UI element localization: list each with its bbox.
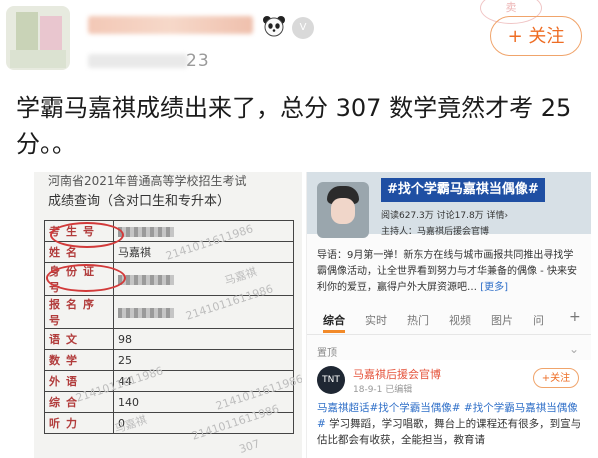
active-tab-underline bbox=[323, 330, 345, 333]
row-key: 语文 bbox=[44, 328, 114, 350]
row-key: 报名序号 bbox=[44, 295, 114, 329]
topic-avatar bbox=[317, 182, 369, 238]
mosaic-redaction bbox=[118, 307, 174, 318]
card-avatar[interactable]: TNT bbox=[317, 366, 345, 394]
tab-question[interactable]: 问 bbox=[533, 312, 544, 328]
topic-host: 主持人：马嘉祺后援会官博 bbox=[381, 227, 490, 237]
tab-realtime[interactable]: 实时 bbox=[365, 312, 387, 328]
username-blurred[interactable] bbox=[88, 16, 253, 34]
subtitle-blurred bbox=[88, 54, 188, 68]
score-sheet-image[interactable]: 河南省2021年普通高等学校招生考试 成绩查询（含对口生和专升本） 考生号 姓名… bbox=[34, 172, 302, 458]
topic-guide: 导语：9月第一弹！新东方在线与城市画报共同推出寻找学霸偶像活动，让全世界看到努力… bbox=[317, 248, 583, 296]
tab-add-icon[interactable]: + bbox=[569, 309, 581, 325]
mosaic-redaction bbox=[118, 226, 174, 237]
red-circle-mark bbox=[50, 222, 124, 248]
guide-text: 导语：9月第一弹！新东方在线与城市画报共同推出寻找学霸偶像活动，让全世界看到努力… bbox=[317, 250, 577, 293]
guide-more-link[interactable]: [更多] bbox=[480, 282, 508, 293]
card-author-name[interactable]: 马嘉祺后援会官博 bbox=[353, 366, 441, 382]
tab-images[interactable]: 图片 bbox=[491, 312, 513, 328]
score-sheet-subtitle: 成绩查询（含对口生和专升本） bbox=[48, 194, 231, 209]
pinned-post-card[interactable]: TNT 马嘉祺后援会官博 18-9-1 已编辑 +关注 马嘉祺超话#找个学霸当偶… bbox=[307, 360, 591, 458]
post-text: 学霸马嘉祺成绩出来了，总分 307 数学竟然才考 25分。。 bbox=[16, 94, 572, 158]
row-value: 25 bbox=[113, 349, 294, 371]
topic-title[interactable]: #找个学霸马嘉祺当偶像# bbox=[381, 178, 545, 202]
pinned-label: 置顶 bbox=[317, 348, 337, 359]
post-header: 23 V 卖 + 关注 bbox=[0, 0, 598, 82]
row-key: 听力 bbox=[44, 412, 114, 434]
card-body-text: 学习舞蹈，学习唱歌，舞台上的课程还有很多，到宣与估比都会有收获，全能担当，教育请 bbox=[317, 418, 582, 446]
chevron-down-icon[interactable]: ⌄ bbox=[569, 342, 579, 356]
mosaic-redaction bbox=[118, 274, 174, 285]
verified-badge-icon: V bbox=[292, 17, 314, 39]
topic-page-image[interactable]: #找个学霸马嘉祺当偶像# 阅读627.3万 讨论17.8万 详情› 主持人：马嘉… bbox=[306, 172, 591, 458]
post-date: 23 bbox=[186, 51, 210, 71]
panda-icon bbox=[263, 16, 285, 37]
table-row: 语文 98 bbox=[44, 328, 294, 350]
red-circle-mark bbox=[46, 264, 126, 292]
follow-button[interactable]: + 关注 bbox=[490, 16, 582, 56]
table-row: 数学 25 bbox=[44, 349, 294, 371]
tab-video[interactable]: 视频 bbox=[449, 312, 471, 328]
row-key: 数学 bbox=[44, 349, 114, 371]
card-body: 马嘉祺超话#找个学霸当偶像# #找个学霸马嘉祺当偶像# 学习舞蹈，学习唱歌，舞台… bbox=[317, 400, 585, 448]
tab-hot[interactable]: 热门 bbox=[407, 312, 429, 328]
topic-stats: 阅读627.3万 讨论17.8万 详情› bbox=[381, 211, 509, 221]
card-date: 18-9-1 已编辑 bbox=[353, 385, 413, 395]
watermark-number: 307 bbox=[237, 437, 262, 456]
tab-comprehensive[interactable]: 综合 bbox=[323, 312, 345, 328]
user-avatar[interactable] bbox=[6, 6, 70, 70]
score-sheet-title: 河南省2021年普通高等学校招生考试 bbox=[48, 174, 247, 188]
topic-tabs: 综合 实时 热门 视频 图片 问 + bbox=[307, 308, 591, 335]
row-value: 98 bbox=[113, 328, 294, 350]
card-follow-button[interactable]: +关注 bbox=[533, 368, 579, 388]
